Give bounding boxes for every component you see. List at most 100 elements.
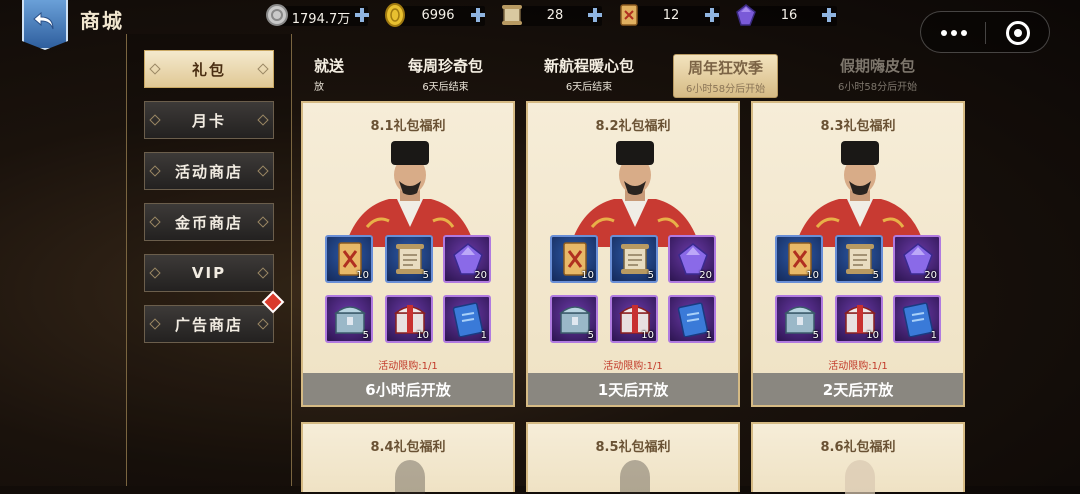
sidebar-item-vip[interactable]: VIP bbox=[144, 254, 274, 292]
reward-item[interactable]: 10 bbox=[610, 295, 658, 343]
reward-item[interactable]: 5 bbox=[610, 235, 658, 283]
item-quantity: 10 bbox=[866, 330, 879, 341]
tab-label: 新航程暖心包 bbox=[544, 57, 635, 75]
item-quantity: 1 bbox=[480, 330, 487, 341]
reward-item[interactable]: 1 bbox=[893, 295, 941, 343]
tab-sub: 6天后结束 bbox=[565, 82, 613, 93]
reward-item[interactable]: 5 bbox=[385, 235, 433, 283]
gift-card[interactable]: 8.4礼包福利 bbox=[301, 422, 515, 494]
reward-item[interactable]: 20 bbox=[668, 235, 716, 283]
gift-card[interactable]: 8.3礼包福利 10 5 20 5 10 1 活动限购:1/1 2天后开放 bbox=[751, 101, 965, 407]
reward-item[interactable]: 10 bbox=[385, 295, 433, 343]
item-quantity: 1 bbox=[930, 330, 937, 341]
tab-gift[interactable]: 就送 放 bbox=[314, 55, 344, 93]
item-quantity: 1 bbox=[705, 330, 712, 341]
top-bar: 商城 1794.7万 6996 28 12 16 bbox=[0, 0, 1080, 53]
reward-item[interactable]: 5 bbox=[550, 295, 598, 343]
character-portrait bbox=[620, 460, 650, 494]
silver-coin-icon bbox=[266, 4, 288, 26]
add-token-button[interactable] bbox=[705, 8, 719, 22]
sidebar-item-ad-shop[interactable]: 广告商店 bbox=[144, 305, 274, 343]
scroll-icon bbox=[502, 5, 522, 25]
tab-new-voyage-pack[interactable]: 新航程暖心包 6天后结束 bbox=[544, 55, 634, 93]
card-title: 8.4礼包福利 bbox=[370, 440, 446, 455]
gem-amount: 16 bbox=[780, 8, 798, 23]
reward-item[interactable]: 10 bbox=[550, 235, 598, 283]
purple-gem-icon bbox=[736, 4, 756, 26]
sidebar-item-monthly-card[interactable]: 月卡 bbox=[144, 101, 274, 139]
tab-anniversary[interactable]: 周年狂欢季 6小时58分后开始 bbox=[673, 54, 779, 98]
reward-item[interactable]: 1 bbox=[668, 295, 716, 343]
item-quantity: 5 bbox=[812, 330, 819, 341]
card-title: 8.2礼包福利 bbox=[595, 119, 671, 134]
sidebar-item-gold-shop[interactable]: 金币商店 bbox=[144, 203, 274, 241]
item-quantity: 10 bbox=[356, 270, 369, 281]
reward-item[interactable]: 10 bbox=[325, 235, 373, 283]
card-title: 8.5礼包福利 bbox=[595, 440, 671, 455]
reward-item[interactable]: 20 bbox=[893, 235, 941, 283]
item-quantity: 20 bbox=[699, 270, 712, 281]
gift-card[interactable]: 8.6礼包福利 bbox=[751, 422, 965, 494]
gift-card[interactable]: 8.5礼包福利 bbox=[526, 422, 740, 494]
item-quantity: 20 bbox=[924, 270, 937, 281]
character-portrait bbox=[562, 137, 708, 247]
item-quantity: 10 bbox=[806, 270, 819, 281]
item-quantity: 10 bbox=[416, 330, 429, 341]
tab-label: 假期嗨皮包 bbox=[840, 57, 916, 75]
add-scroll-button[interactable] bbox=[588, 8, 602, 22]
tab-weekly-pack[interactable]: 每周珍奇包 6天后结束 bbox=[408, 55, 483, 93]
sidebar-item-event-shop[interactable]: 活动商店 bbox=[144, 152, 274, 190]
token-card-icon bbox=[620, 4, 638, 26]
reward-item[interactable]: 5 bbox=[835, 235, 883, 283]
gold-coin-icon bbox=[385, 3, 405, 27]
tab-sub: 6小时58分后开始 bbox=[686, 84, 766, 95]
tab-sub: 放 bbox=[314, 82, 324, 93]
tab-label: 就送 bbox=[314, 57, 345, 75]
tab-holiday-pack[interactable]: 假期嗨皮包 6小时58分后开始 bbox=[838, 55, 917, 93]
back-button[interactable] bbox=[22, 0, 68, 50]
purchase-limit: 活动限购:1/1 bbox=[603, 361, 663, 372]
item-quantity: 10 bbox=[581, 270, 594, 281]
gift-card[interactable]: 8.1礼包福利 10 5 20 5 10 1 活动限购:1/1 6小时后开放 bbox=[301, 101, 515, 407]
tab-label: 周年狂欢季 bbox=[688, 59, 764, 77]
reward-item[interactable]: 10 bbox=[835, 295, 883, 343]
reward-item[interactable]: 1 bbox=[443, 295, 491, 343]
gift-card[interactable]: 8.2礼包福利 10 5 20 5 10 1 活动限购:1/1 1天后开放 bbox=[526, 101, 740, 407]
close-miniprogram-icon[interactable] bbox=[1006, 21, 1030, 45]
card-title: 8.1礼包福利 bbox=[370, 119, 446, 134]
add-silver-button[interactable] bbox=[355, 8, 369, 22]
character-portrait bbox=[337, 137, 483, 247]
item-quantity: 5 bbox=[647, 270, 654, 281]
open-status-button[interactable]: 1天后开放 bbox=[528, 373, 738, 405]
card-title: 8.6礼包福利 bbox=[820, 440, 896, 455]
item-quantity: 20 bbox=[474, 270, 487, 281]
page-title: 商城 bbox=[80, 9, 124, 33]
add-gem-button[interactable] bbox=[822, 8, 836, 22]
more-menu-icon[interactable] bbox=[941, 30, 967, 36]
item-quantity: 5 bbox=[872, 270, 879, 281]
open-status-button[interactable]: 6小时后开放 bbox=[303, 373, 513, 405]
character-portrait bbox=[845, 460, 875, 494]
reward-item[interactable]: 5 bbox=[325, 295, 373, 343]
item-quantity: 10 bbox=[641, 330, 654, 341]
purchase-limit: 活动限购:1/1 bbox=[378, 361, 438, 372]
purchase-limit: 活动限购:1/1 bbox=[828, 361, 888, 372]
silver-amount: 1794.7万 bbox=[291, 12, 351, 27]
reward-item[interactable]: 20 bbox=[443, 235, 491, 283]
character-portrait bbox=[395, 460, 425, 494]
tab-label: 每周珍奇包 bbox=[408, 57, 484, 75]
reward-item[interactable]: 10 bbox=[775, 235, 823, 283]
add-gold-button[interactable] bbox=[471, 8, 485, 22]
card-title: 8.3礼包福利 bbox=[820, 119, 896, 134]
open-status-button[interactable]: 2天后开放 bbox=[753, 373, 963, 405]
item-quantity: 5 bbox=[422, 270, 429, 281]
scroll-amount: 28 bbox=[546, 8, 564, 23]
item-quantity: 5 bbox=[362, 330, 369, 341]
character-portrait bbox=[787, 137, 933, 247]
sidebar-item-gift-pack[interactable]: 礼包 bbox=[144, 50, 274, 88]
back-arrow-icon bbox=[33, 11, 54, 30]
category-sidebar: 礼包 月卡 活动商店 金币商店 VIP 广告商店 bbox=[126, 34, 292, 486]
reward-item[interactable]: 5 bbox=[775, 295, 823, 343]
item-quantity: 5 bbox=[587, 330, 594, 341]
miniprogram-capsule bbox=[920, 11, 1050, 53]
